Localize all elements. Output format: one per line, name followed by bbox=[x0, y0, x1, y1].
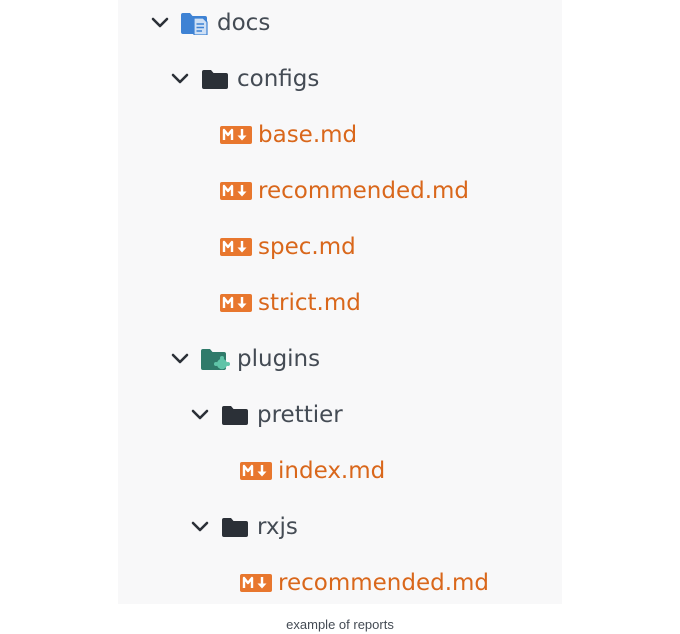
folder-icon bbox=[200, 66, 230, 92]
tree-item-label: prettier bbox=[257, 401, 343, 428]
chevron-down-icon[interactable] bbox=[150, 13, 170, 33]
tree-row-strict-md[interactable]: strict.md bbox=[220, 275, 361, 331]
chevron-down-icon[interactable] bbox=[190, 517, 210, 537]
chevron-down-icon[interactable] bbox=[190, 405, 210, 425]
tree-row-recommended-md[interactable]: recommended.md bbox=[220, 163, 469, 219]
markdown-icon bbox=[220, 293, 252, 313]
tree-row-rxjs[interactable]: rxjs bbox=[190, 499, 298, 555]
tree-row-base-md[interactable]: base.md bbox=[220, 107, 357, 163]
markdown-icon bbox=[220, 125, 252, 145]
tree-item-label: index.md bbox=[278, 457, 386, 484]
tree-item-label: recommended.md bbox=[258, 177, 470, 204]
chevron-down-icon[interactable] bbox=[170, 69, 190, 89]
tree-item-label: plugins bbox=[237, 345, 321, 372]
tree-row-rxjs-recommended-md[interactable]: recommended.md bbox=[240, 555, 489, 611]
folder-icon bbox=[220, 402, 250, 428]
tree-item-label: strict.md bbox=[258, 289, 361, 316]
tree-row-plugins[interactable]: plugins bbox=[170, 331, 320, 387]
docs-folder-icon bbox=[180, 10, 210, 36]
tree-item-label: base.md bbox=[258, 121, 358, 148]
chevron-down-icon[interactable] bbox=[170, 349, 190, 369]
tree-row-configs[interactable]: configs bbox=[170, 51, 319, 107]
markdown-icon bbox=[240, 461, 272, 481]
markdown-icon bbox=[220, 237, 252, 257]
file-tree-panel: docs configs base.md recommended.md spec… bbox=[118, 0, 562, 604]
markdown-icon bbox=[240, 573, 272, 593]
tree-item-label: spec.md bbox=[258, 233, 356, 260]
tree-item-label: recommended.md bbox=[278, 569, 490, 596]
folder-icon bbox=[220, 514, 250, 540]
tree-item-label: rxjs bbox=[257, 513, 298, 540]
figure-caption: example of reports bbox=[286, 617, 394, 632]
tree-item-label: configs bbox=[237, 65, 320, 92]
tree-item-label: docs bbox=[217, 9, 271, 36]
tree-row-index-md[interactable]: index.md bbox=[240, 443, 385, 499]
plugins-folder-icon bbox=[200, 346, 230, 372]
markdown-icon bbox=[220, 181, 252, 201]
tree-row-docs[interactable]: docs bbox=[150, 0, 270, 51]
tree-row-spec-md[interactable]: spec.md bbox=[220, 219, 356, 275]
tree-row-prettier[interactable]: prettier bbox=[190, 387, 343, 443]
